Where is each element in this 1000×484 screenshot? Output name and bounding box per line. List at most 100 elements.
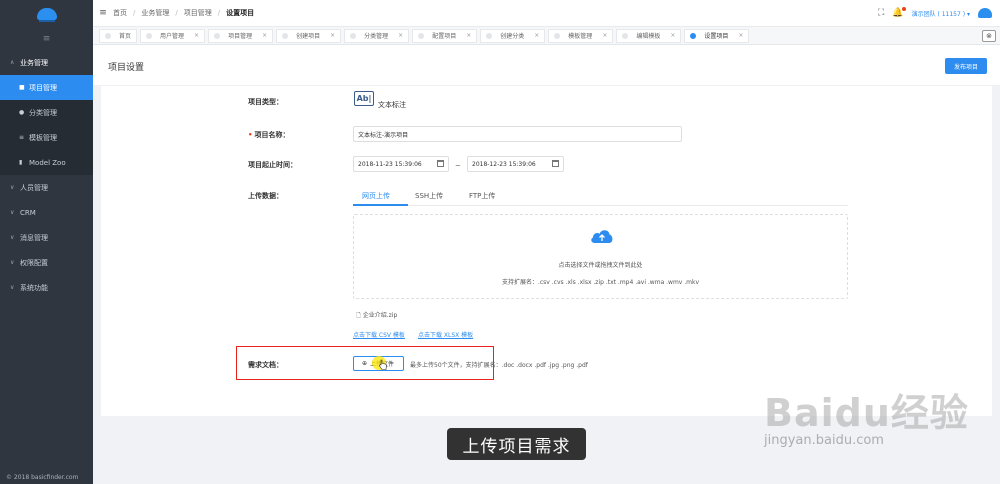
menu-group-label: 系统功能 [20, 283, 48, 292]
tab-category-management[interactable]: 分类管理 × [344, 28, 410, 43]
tab-create-category[interactable]: 创建分类 × [480, 28, 546, 43]
tab-project-management[interactable]: 项目管理 × [208, 28, 274, 43]
chevron-up-icon: ∧ [10, 59, 15, 66]
close-icon[interactable]: × [466, 32, 471, 39]
cloud-upload-icon [591, 230, 613, 243]
file-icon: ▮ [19, 159, 23, 166]
tab-ftp-upload[interactable]: FTP上传 [469, 191, 495, 201]
start-time-value: 2018-11-23 15:39:06 [358, 160, 422, 168]
calendar-icon[interactable] [552, 160, 559, 167]
tab-dot [146, 32, 153, 39]
close-icon[interactable]: × [262, 32, 267, 39]
tab-home[interactable]: 首页 [99, 28, 138, 43]
notification-dot [901, 7, 906, 11]
menu-group-messages[interactable]: ∨ 消息管理 [0, 225, 93, 250]
close-icon[interactable]: × [330, 32, 335, 39]
breadcrumb-home[interactable]: 首页 [113, 8, 127, 18]
tab-config-project[interactable]: 配置项目 × [412, 28, 478, 43]
menu-group-system[interactable]: ∨ 系统功能 [0, 275, 93, 300]
baidu-watermark: Baidu经验 jingyan.baidu.com [764, 382, 994, 462]
tab-setup-project[interactable]: 设置项目 × [684, 28, 750, 43]
breadcrumb-separator: / [133, 9, 136, 17]
tab-dot [690, 32, 697, 39]
tab-label: 配置项目 [432, 33, 457, 40]
menu-item-category-management[interactable]: ● 分类管理 [0, 100, 93, 125]
chevron-down-icon: ∨ [10, 184, 15, 191]
menu-item-label: 分类管理 [29, 108, 57, 117]
page-title: 项目设置 [108, 63, 145, 73]
text-annotation-icon: Ab| [354, 91, 374, 106]
download-xlsx-template-link[interactable]: 点击下载 XLSX 模板 [418, 330, 473, 339]
menu-group-label: 人员管理 [20, 183, 48, 192]
avatar[interactable] [978, 8, 992, 18]
menu-item-label: 模板管理 [29, 133, 57, 142]
tab-label: 设置项目 [704, 33, 729, 40]
menu-group-permissions[interactable]: ∨ 权限配置 [0, 250, 93, 275]
tab-label: 分类管理 [364, 33, 389, 40]
project-name-label-text: 项目名称： [254, 131, 290, 139]
close-icon[interactable]: × [738, 32, 743, 39]
menu-group-label: CRM [20, 208, 36, 217]
tab-label: 首页 [119, 33, 132, 40]
tab-web-upload[interactable]: 网页上传 [362, 191, 390, 201]
menu-group-personnel[interactable]: ∨ 人员管理 [0, 175, 93, 200]
tab-create-project[interactable]: 创建项目 × [276, 28, 342, 43]
copyright: © 2018 basicfinder.com [6, 474, 79, 481]
uploaded-file[interactable]: 🗋 企业介绍.zip [356, 310, 397, 321]
calendar-icon[interactable] [437, 160, 444, 167]
logo[interactable] [0, 0, 93, 28]
start-time-input[interactable]: 2018-11-23 15:39:06 [353, 156, 449, 172]
close-all-tabs-icon[interactable]: ⊗ [982, 30, 996, 42]
tab-ssh-upload[interactable]: SSH上传 [415, 191, 443, 201]
menu-icon[interactable]: ≡ [93, 8, 113, 18]
fullscreen-icon[interactable]: ⛶ [878, 8, 884, 18]
cloud-logo-icon [36, 8, 57, 22]
close-icon[interactable]: × [398, 32, 403, 39]
user-menu[interactable]: 演示团队 ( 11157 ) ▾ [912, 9, 970, 18]
dropzone-text: 点击选择文件或拖拽文件到此处 [558, 262, 643, 269]
download-csv-template-link[interactable]: 点击下载 CSV 模板 [353, 330, 405, 339]
file-name: 企业介绍.zip [362, 312, 398, 319]
menu-item-model-zoo[interactable]: ▮ Model Zoo [0, 150, 93, 175]
breadcrumb: 首页 / 业务管理 / 项目管理 / 设置项目 [113, 8, 260, 18]
file-dropzone[interactable]: 点击选择文件或拖拽文件到此处 支持扩展名：.csv .cvs .xls .xls… [353, 214, 848, 299]
publish-project-button[interactable]: 发布项目 [944, 58, 987, 74]
upload-method-tabs: 网页上传 SSH上传 FTP上传 [353, 187, 848, 206]
close-icon[interactable]: × [534, 32, 539, 39]
menu-item-label: Model Zoo [29, 158, 66, 167]
tab-label: 创建分类 [500, 33, 525, 40]
menu-item-project-management[interactable]: ■ 项目管理 [0, 75, 93, 100]
end-time-input[interactable]: 2018-12-23 15:39:06 [467, 156, 564, 172]
end-time-value: 2018-12-23 15:39:06 [472, 160, 536, 168]
breadcrumb-projects[interactable]: 项目管理 [184, 8, 212, 18]
close-icon[interactable]: × [670, 32, 675, 39]
menu-item-template-management[interactable]: ≡ 模板管理 [0, 125, 93, 150]
top-header: ≡ 首页 / 业务管理 / 项目管理 / 设置项目 ⛶ 🔔 演示团队 ( 111… [93, 0, 1000, 27]
dropzone-extensions: 支持扩展名：.csv .cvs .xls .xlsx .zip .txt .mp… [501, 279, 700, 286]
file-icon: 🗋 [356, 312, 363, 319]
menu-group-crm[interactable]: ∨ CRM [0, 200, 93, 225]
tab-bar: 首页 用户管理 × 项目管理 × 创建项目 × 分类管理 × 配置项目 × 创建分类 × 模… [93, 27, 1000, 45]
tab-label: 用户管理 [160, 33, 185, 40]
breadcrumb-business[interactable]: 业务管理 [141, 8, 169, 18]
close-icon[interactable]: × [194, 32, 199, 39]
project-time-label: 项目起止时间： [248, 161, 297, 169]
tab-label: 项目管理 [228, 33, 253, 40]
tab-label: 模板管理 [568, 33, 593, 40]
tab-edit-template[interactable]: 编辑模板 × [616, 28, 682, 43]
required-mark: • [248, 131, 253, 139]
chevron-down-icon: ∨ [10, 259, 15, 266]
tab-dot [214, 32, 221, 39]
menu-group-business[interactable]: ∧ 业务管理 [0, 50, 93, 75]
list-icon: ≡ [19, 134, 25, 141]
tab-user-management[interactable]: 用户管理 × [140, 28, 206, 43]
sidebar: ≡ ∧ 业务管理 ■ 项目管理 ● 分类管理 ≡ 模板管理 ▮ Model Zo… [0, 0, 93, 484]
project-name-input[interactable]: 文本标注-演示项目 [353, 126, 682, 142]
breadcrumb-separator: / [217, 9, 221, 17]
tab-dot [622, 32, 629, 39]
close-icon[interactable]: × [602, 32, 607, 39]
bell-icon[interactable]: 🔔 [892, 7, 906, 18]
tab-template-management[interactable]: 模板管理 × [548, 28, 614, 43]
active-tab-indicator [353, 204, 408, 206]
collapse-menu-icon[interactable]: ≡ [0, 28, 93, 50]
